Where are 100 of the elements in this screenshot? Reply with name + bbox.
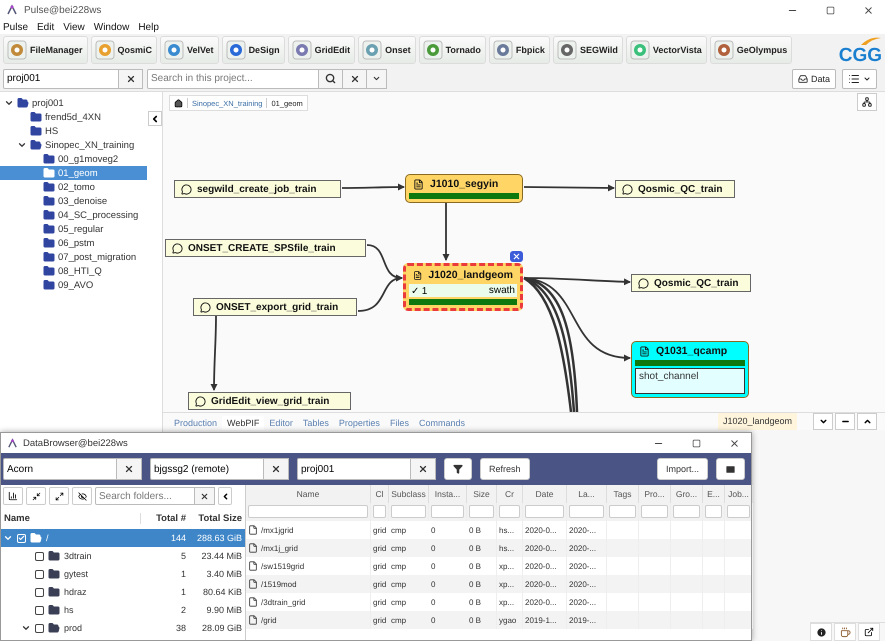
collapse-button[interactable] (218, 487, 232, 505)
tree-item[interactable]: 09_AVO (0, 278, 147, 292)
checkbox[interactable] (35, 552, 44, 560)
tab[interactable]: Tables (298, 416, 334, 430)
column-header[interactable]: Name (1, 512, 141, 524)
filter-field[interactable] (727, 505, 750, 518)
folder-row[interactable]: prod 38 28.09 GiB (1, 619, 245, 637)
filter-field[interactable] (641, 505, 668, 518)
tree-item[interactable]: 08_HTI_Q (0, 264, 147, 278)
external-link-button[interactable] (858, 623, 880, 641)
tree-item[interactable]: 04_SC_processing (0, 208, 147, 222)
clear-button[interactable] (264, 458, 289, 480)
note-node[interactable]: ONSET_CREATE_SPSfile_train (165, 239, 366, 257)
tab[interactable]: Editor (264, 416, 298, 430)
folder-row[interactable]: hdraz 1 80.64 KiB (1, 583, 245, 601)
app-button[interactable]: SEGWild (552, 36, 623, 64)
app-button[interactable]: VectorVista (626, 36, 707, 64)
checkbox[interactable] (35, 570, 44, 578)
menu-item[interactable]: View (63, 22, 85, 32)
tree-item[interactable]: 03_denoise (0, 194, 147, 208)
selector-field[interactable]: proj001 (297, 458, 411, 480)
filter-field[interactable] (609, 505, 636, 518)
search-button[interactable] (319, 68, 343, 88)
column-header[interactable]: Total Size (189, 512, 245, 524)
filter-field[interactable] (469, 505, 494, 518)
note-node[interactable]: ONSET_export_grid_train (193, 298, 357, 316)
menu-item[interactable]: Window (94, 22, 130, 32)
clear-button[interactable] (117, 458, 142, 480)
clear-button[interactable] (119, 68, 143, 88)
tree-item[interactable]: proj001 (0, 96, 147, 110)
folder-row[interactable]: / 144 288.63 GiB (1, 529, 245, 547)
tree-item[interactable]: 00_g1moveg2 (0, 152, 147, 166)
tab[interactable]: WebPIF (222, 416, 264, 430)
collapse-button[interactable] (813, 413, 833, 430)
filter-field[interactable] (248, 505, 368, 518)
app-button[interactable]: Fbpick (488, 36, 550, 64)
hide-button[interactable] (72, 487, 92, 505)
tree-item[interactable]: frend5d_4XN (0, 110, 147, 124)
close-button[interactable] (510, 251, 523, 262)
chart-button[interactable] (3, 487, 23, 505)
filter-field[interactable] (705, 505, 722, 518)
menu-item[interactable]: Pulse (3, 22, 28, 32)
tab[interactable]: Files (384, 416, 414, 430)
job-node[interactable]: J1020_landgeom ✓ 1 swath (403, 263, 523, 311)
clear-button[interactable] (195, 487, 215, 505)
app-button[interactable]: GeOlympus (710, 36, 792, 64)
tree-item[interactable]: HS (0, 124, 147, 138)
info-button[interactable] (810, 623, 832, 641)
tab[interactable]: Properties (334, 416, 385, 430)
app-button[interactable]: DeSign (222, 36, 285, 64)
search-field[interactable]: Search in this project... (147, 68, 319, 88)
selector-field[interactable]: bjgssg2 (remote) (150, 458, 264, 480)
coffee-button[interactable] (834, 623, 856, 641)
tree-item[interactable]: Sinopec_XN_training (0, 138, 147, 152)
checkbox[interactable] (35, 588, 44, 596)
project-field[interactable]: proj001 (3, 68, 119, 88)
note-node[interactable]: segwild_create_job_train (174, 180, 341, 198)
app-button[interactable]: Tornado (418, 36, 486, 64)
folder-row[interactable]: 3dtrain 5 23.44 MiB (1, 547, 245, 565)
app-button[interactable]: Onset (358, 36, 416, 64)
filter-field[interactable] (499, 505, 520, 518)
filter-button[interactable] (444, 458, 472, 480)
tree-item[interactable]: 05_regular (0, 222, 147, 236)
minimize-button[interactable] (835, 413, 855, 430)
filter-field[interactable] (569, 505, 604, 518)
menu-item[interactable]: Help (138, 22, 159, 32)
app-button[interactable]: VelVet (160, 36, 219, 64)
column-header[interactable]: Total # (141, 512, 189, 524)
filter-field[interactable] (431, 505, 464, 518)
note-node[interactable]: Qosmic_QC_train (615, 180, 735, 198)
view-menu-button[interactable] (842, 68, 877, 88)
collapse-all-button[interactable] (26, 487, 46, 505)
selector-field[interactable]: Acorn (3, 458, 117, 480)
clear-button[interactable] (411, 458, 436, 480)
detail-tab[interactable]: J1020_landgeom (718, 413, 797, 430)
checkbox[interactable] (35, 606, 44, 614)
filter-field[interactable] (673, 505, 700, 518)
collapse-button[interactable] (148, 111, 162, 126)
checkbox[interactable] (35, 624, 44, 632)
folder-row[interactable]: hs 2 9.90 MiB (1, 601, 245, 619)
tree-item[interactable]: 06_pstm (0, 236, 147, 250)
filter-field[interactable] (373, 505, 386, 518)
data-button[interactable]: Data (792, 68, 836, 88)
job-node[interactable]: J1010_segyin (405, 174, 523, 203)
expand-all-button[interactable] (49, 487, 69, 505)
mail-button[interactable] (716, 458, 745, 480)
tree-item[interactable]: 07_post_migration (0, 250, 147, 264)
import-button[interactable]: Import... (656, 458, 708, 480)
job-node[interactable]: Q1031_qcamp shot_channel (631, 341, 749, 398)
tab[interactable]: Production (169, 416, 222, 430)
menu-item[interactable]: Edit (37, 22, 54, 32)
filter-field[interactable] (525, 505, 564, 518)
app-button[interactable]: FileManager (3, 36, 88, 64)
layout-button[interactable] (857, 93, 877, 111)
clear-button[interactable] (343, 68, 367, 88)
tree-item[interactable]: 02_tomo (0, 180, 147, 194)
app-button[interactable]: QosmiC (90, 36, 158, 64)
tab[interactable]: Commands (414, 416, 470, 430)
folder-row[interactable]: gytest 1 3.40 MiB (1, 565, 245, 583)
note-node[interactable]: GridEdit_view_grid_train (188, 392, 351, 410)
